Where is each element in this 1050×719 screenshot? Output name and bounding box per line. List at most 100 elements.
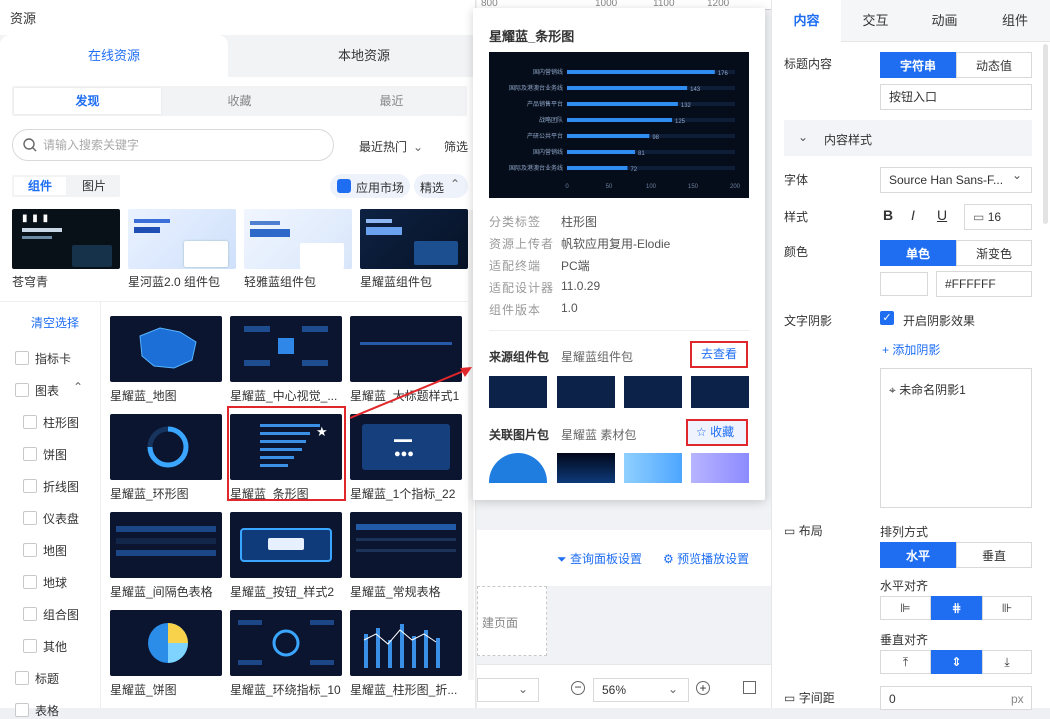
component-card[interactable]: 星耀蓝_按钮_样式2	[230, 512, 342, 600]
checkbox[interactable]	[15, 671, 29, 685]
pkg-thumbnail[interactable]	[624, 376, 682, 408]
image-thumbnail[interactable]	[557, 453, 615, 483]
create-page-box[interactable]: 建页面	[477, 586, 547, 656]
preview-settings-link[interactable]: ⚙ 预览播放设置	[663, 550, 749, 567]
tab-online-resources[interactable]: 在线资源	[0, 35, 228, 77]
component-card[interactable]: 星耀蓝_中心视觉_...	[230, 316, 342, 404]
fit-screen-icon[interactable]	[743, 681, 756, 694]
filter-bar-chart[interactable]: 柱形图	[23, 414, 79, 431]
filter-line-chart[interactable]: 折线图	[23, 478, 79, 495]
align-middle-icon[interactable]: ⇕	[931, 650, 982, 674]
filter-other[interactable]: 其他	[23, 638, 67, 655]
filter-title[interactable]: 标题	[15, 670, 59, 687]
sort-dropdown[interactable]: 最近热门 ⌄	[359, 138, 423, 155]
view-button[interactable]: 去查看	[690, 341, 748, 368]
component-card[interactable]: 星耀蓝_间隔色表格	[110, 512, 222, 600]
package-card[interactable]: 轻雅蓝组件包	[244, 209, 352, 290]
string-mode-button[interactable]: 字符串	[880, 52, 956, 78]
font-size-input[interactable]: ▭ 16	[964, 204, 1032, 230]
pkg-thumbnail[interactable]	[557, 376, 615, 408]
filter-button[interactable]: 筛选	[444, 138, 468, 155]
scrollbar[interactable]	[1043, 44, 1048, 224]
component-card[interactable]: 星耀蓝_柱形图_折...	[350, 610, 462, 698]
gradient-color-button[interactable]: 渐变色	[956, 240, 1032, 266]
filter-globe[interactable]: 地球	[23, 574, 67, 591]
filter-map[interactable]: 地图	[23, 542, 67, 559]
package-card[interactable]: 星耀蓝组件包	[360, 209, 468, 290]
pkg-thumbnail[interactable]	[489, 376, 547, 408]
component-card[interactable]: 星耀蓝_饼图	[110, 610, 222, 698]
checkbox[interactable]	[15, 351, 29, 365]
horizontal-arrange-button[interactable]: 水平	[880, 542, 956, 568]
collect-button[interactable]: ☆ 收藏	[686, 419, 748, 446]
align-bottom-icon[interactable]: ⤓	[982, 650, 1032, 674]
checkbox[interactable]	[23, 415, 37, 429]
italic-icon[interactable]: I	[911, 207, 915, 223]
spacing-input[interactable]: 0 px	[880, 686, 1032, 710]
zoom-in-icon[interactable]: +	[696, 681, 710, 695]
solid-color-button[interactable]: 单色	[880, 240, 956, 266]
align-center-icon[interactable]: ⋕	[931, 596, 982, 620]
bold-icon[interactable]: B	[883, 207, 893, 223]
align-left-icon[interactable]: ⊫	[880, 596, 931, 620]
tab-animation[interactable]: 动画	[910, 0, 979, 42]
vertical-arrange-button[interactable]: 垂直	[956, 542, 1032, 568]
featured-dropdown[interactable]: 精选 ⌃	[414, 174, 468, 198]
zoom-select[interactable]: 56% ⌄	[593, 678, 689, 702]
app-market-button[interactable]: 应用市场	[330, 174, 410, 198]
align-right-icon[interactable]: ⊪	[982, 596, 1032, 620]
checkbox[interactable]	[23, 511, 37, 525]
component-card[interactable]: ▬▬ ●●● 星耀蓝_1个指标_22	[350, 414, 462, 502]
tab-images[interactable]: 图片	[68, 175, 120, 197]
filter-combo-chart[interactable]: 组合图	[23, 606, 79, 623]
component-card[interactable]: 星耀蓝_常规表格	[350, 512, 462, 600]
component-card[interactable]: 星耀蓝_环绕指标_10	[230, 610, 342, 698]
filter-indicator-card[interactable]: 指标卡	[15, 350, 71, 367]
tab-discover[interactable]: 发现	[14, 88, 161, 114]
zoom-out-icon[interactable]: −	[571, 681, 585, 695]
checkbox[interactable]	[23, 575, 37, 589]
underline-icon[interactable]: U	[937, 207, 947, 223]
shadow-item[interactable]: ⌖ 未命名阴影1	[889, 381, 966, 398]
add-shadow-button[interactable]: + 添加阴影	[882, 341, 940, 358]
checkbox[interactable]	[23, 479, 37, 493]
query-panel-settings-link[interactable]: ⏷ 查询面板设置	[557, 550, 642, 567]
package-card[interactable]: 星河蓝2.0 组件包	[128, 209, 236, 290]
checkbox-checked[interactable]: ✓	[880, 311, 894, 325]
align-top-icon[interactable]: ⤒	[880, 650, 931, 674]
tab-favorites[interactable]: 收藏	[166, 88, 313, 114]
tab-component[interactable]: 组件	[979, 0, 1050, 42]
checkbox[interactable]	[23, 639, 37, 653]
page-select[interactable]: ⌄	[477, 678, 539, 702]
dynamic-mode-button[interactable]: 动态值	[956, 52, 1032, 78]
image-thumbnail[interactable]	[691, 453, 749, 483]
checkbox[interactable]	[23, 543, 37, 557]
component-card[interactable]: 星耀蓝_地图	[110, 316, 222, 404]
tab-interaction[interactable]: 交互	[841, 0, 910, 42]
image-thumbnail[interactable]	[489, 453, 547, 483]
checkbox[interactable]	[23, 447, 37, 461]
checkbox[interactable]	[15, 703, 29, 717]
filter-gauge[interactable]: 仪表盘	[23, 510, 79, 527]
filter-table[interactable]: 表格	[15, 702, 59, 719]
clear-selection-link[interactable]: 清空选择	[31, 314, 79, 331]
value-label: 132	[681, 103, 692, 109]
chevron-up-icon[interactable]: ⌃	[73, 380, 83, 394]
pkg-thumbnail[interactable]	[691, 376, 749, 408]
package-card[interactable]: ▮ ▮ ▮ 苍穹青	[12, 209, 120, 290]
color-swatch[interactable]	[880, 272, 928, 296]
filter-chart[interactable]: 图表 ⌃	[15, 380, 83, 399]
checkbox[interactable]	[15, 383, 29, 397]
tab-recent[interactable]: 最近	[318, 88, 465, 114]
title-input[interactable]: 按钮入口	[880, 84, 1032, 110]
filter-pie-chart[interactable]: 饼图	[23, 446, 67, 463]
component-card[interactable]: 星耀蓝_环形图	[110, 414, 222, 502]
tab-local-resources[interactable]: 本地资源	[252, 35, 476, 77]
content-style-section[interactable]: ⌄ 内容样式	[784, 120, 1032, 156]
tab-content[interactable]: 内容	[772, 0, 841, 42]
tab-components[interactable]: 组件	[14, 177, 66, 195]
search-input[interactable]	[43, 136, 323, 154]
checkbox[interactable]	[23, 607, 37, 621]
color-hex-input[interactable]: #FFFFFF	[936, 271, 1032, 297]
image-thumbnail[interactable]	[624, 453, 682, 483]
